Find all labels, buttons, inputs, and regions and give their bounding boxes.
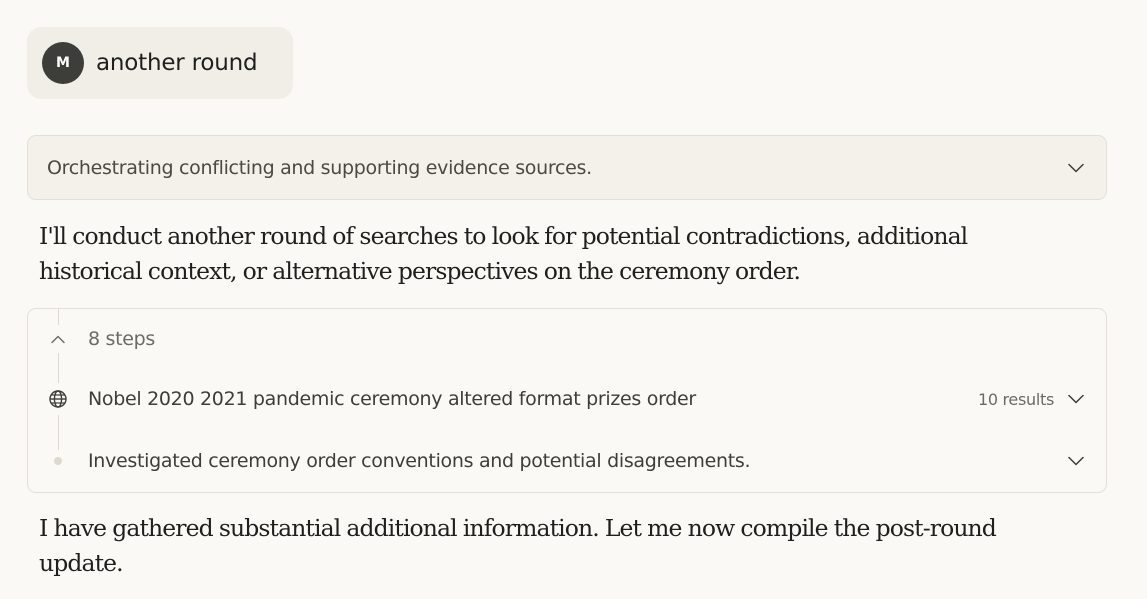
thinking-label: Orchestrating conflicting and supporting… bbox=[47, 156, 592, 179]
chevron-up-icon[interactable] bbox=[47, 328, 69, 350]
chevron-down-icon[interactable] bbox=[1066, 451, 1086, 471]
step-investigation-label: Investigated ceremony order conventions … bbox=[88, 450, 751, 472]
step-search-query: Nobel 2020 2021 pandemic ceremony altere… bbox=[88, 388, 696, 410]
step-investigation-expand[interactable] bbox=[1066, 451, 1086, 471]
globe-icon bbox=[47, 388, 69, 410]
step-item-search[interactable]: Nobel 2020 2021 pandemic ceremony altere… bbox=[28, 383, 1106, 415]
chat-page: M another round Orchestrating conflictin… bbox=[0, 0, 1147, 599]
steps-summary-toggle[interactable]: 8 steps bbox=[28, 325, 1106, 353]
steps-count: 8 steps bbox=[88, 328, 156, 350]
steps-panel: 8 steps Nobel 2020 2021 pandemic ceremon… bbox=[27, 308, 1107, 493]
dot-icon bbox=[47, 450, 69, 472]
user-message-text: another round bbox=[96, 50, 258, 76]
thinking-toggle[interactable]: Orchestrating conflicting and supporting… bbox=[27, 135, 1107, 200]
timeline-line bbox=[58, 353, 59, 383]
step-search-meta[interactable]: 10 results bbox=[978, 389, 1086, 409]
step-item-investigation[interactable]: Investigated ceremony order conventions … bbox=[28, 445, 1106, 477]
result-count: 10 results bbox=[977, 389, 1054, 409]
chevron-down-icon[interactable] bbox=[1066, 158, 1086, 178]
timeline-line bbox=[58, 309, 59, 325]
assistant-paragraph: I'll conduct another round of searches t… bbox=[39, 222, 968, 285]
user-avatar: M bbox=[42, 42, 84, 84]
assistant-paragraph: I have gathered substantial additional i… bbox=[39, 514, 997, 577]
user-message: M another round bbox=[27, 27, 294, 99]
chevron-down-icon[interactable] bbox=[1066, 389, 1086, 409]
